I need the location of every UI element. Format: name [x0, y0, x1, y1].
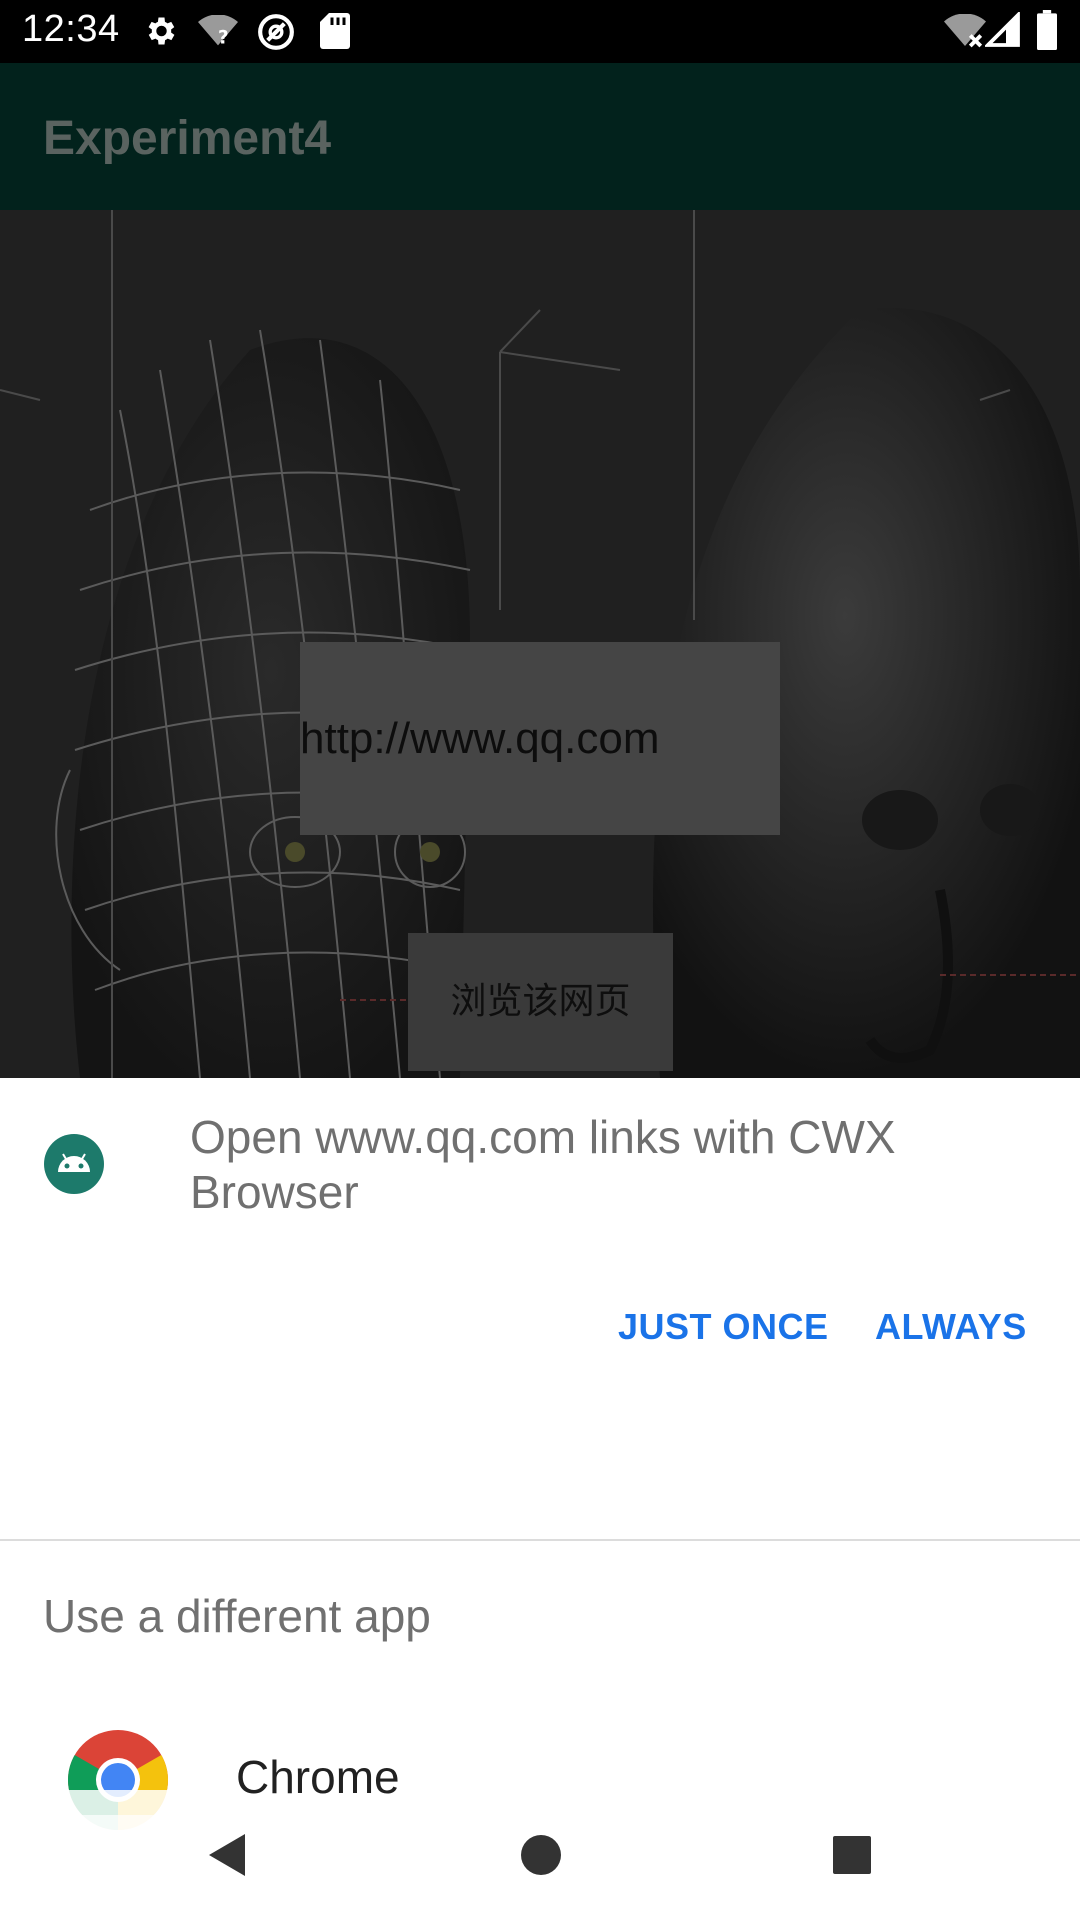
svg-text:?: ?: [218, 28, 229, 49]
recents-icon[interactable]: [829, 1830, 875, 1880]
wifi-off-icon: [944, 14, 986, 48]
open-with-sheet: Open www.qq.com links with CWX Browser J…: [0, 1078, 1080, 1920]
url-field[interactable]: http://www.qq.com: [300, 642, 780, 835]
back-icon[interactable]: [203, 1830, 249, 1880]
section-title: Use a different app: [43, 1590, 431, 1642]
url-text: http://www.qq.com: [300, 714, 660, 763]
app-title: Experiment4: [43, 112, 332, 165]
battery-icon: [1037, 10, 1057, 50]
android-app-icon: [44, 1134, 104, 1194]
always-button[interactable]: ALWAYS: [875, 1306, 1027, 1348]
app-bar: Experiment4: [0, 63, 1080, 210]
divider: [0, 1539, 1080, 1541]
background-image: http://www.qq.com 浏览该网页: [0, 210, 1080, 1078]
navigation-bar: [0, 1815, 1080, 1920]
status-time: 12:34: [22, 8, 120, 50]
chrome-label: Chrome: [236, 1751, 400, 1803]
sd-card-icon: [320, 13, 350, 49]
status-bar: 12:34 ?: [0, 0, 1080, 63]
android-robot-icon: [58, 1153, 90, 1172]
no-disturb-icon: [258, 14, 294, 50]
signal-icon: [985, 12, 1020, 47]
browse-page-button[interactable]: 浏览该网页: [408, 933, 673, 1071]
dialog-title: Open www.qq.com links with CWX Browser: [190, 1111, 896, 1218]
gear-icon: [148, 17, 175, 45]
home-icon[interactable]: [518, 1830, 564, 1880]
just-once-button[interactable]: JUST ONCE: [618, 1306, 829, 1348]
wifi-question-icon: ?: [198, 15, 238, 49]
